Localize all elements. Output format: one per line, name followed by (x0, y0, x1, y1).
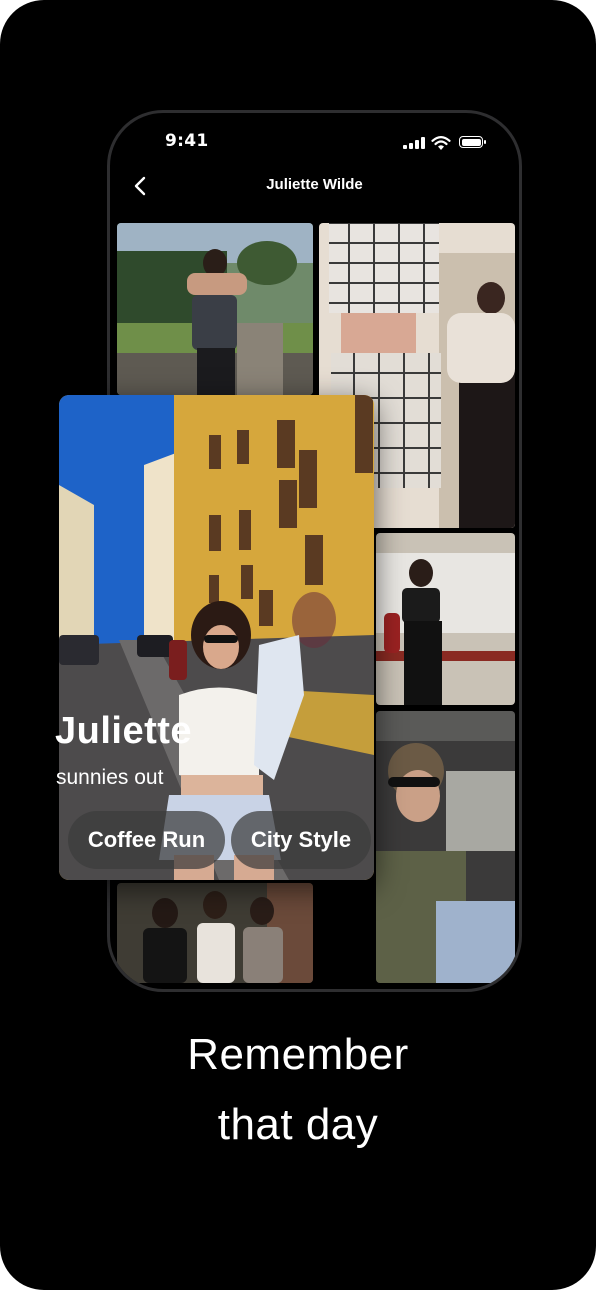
photo-car[interactable] (376, 711, 515, 983)
tag-chip-coffee-run[interactable]: Coffee Run (68, 811, 225, 869)
feature-title: Juliette (55, 710, 193, 752)
featured-photo-card[interactable] (59, 395, 374, 880)
promo-card: 9:41 Juliette Wilde Juliette sunnies out… (0, 0, 596, 1290)
photo-friends[interactable] (117, 883, 313, 983)
photo-park[interactable] (117, 223, 313, 395)
signal-icon (403, 137, 425, 149)
status-time: 9:41 (165, 131, 209, 151)
wifi-icon (431, 136, 451, 150)
status-bar: 9:41 (110, 131, 519, 155)
feature-caption: sunnies out (56, 766, 164, 789)
headline-line-1: Remember (187, 1030, 409, 1079)
headline-line-2: that day (217, 1100, 379, 1149)
nav-bar: Juliette Wilde (110, 171, 519, 201)
battery-icon (459, 136, 486, 148)
profile-title: Juliette Wilde (266, 176, 363, 193)
tag-chip-city-style[interactable]: City Style (231, 811, 371, 869)
photo-subway[interactable] (376, 533, 515, 705)
